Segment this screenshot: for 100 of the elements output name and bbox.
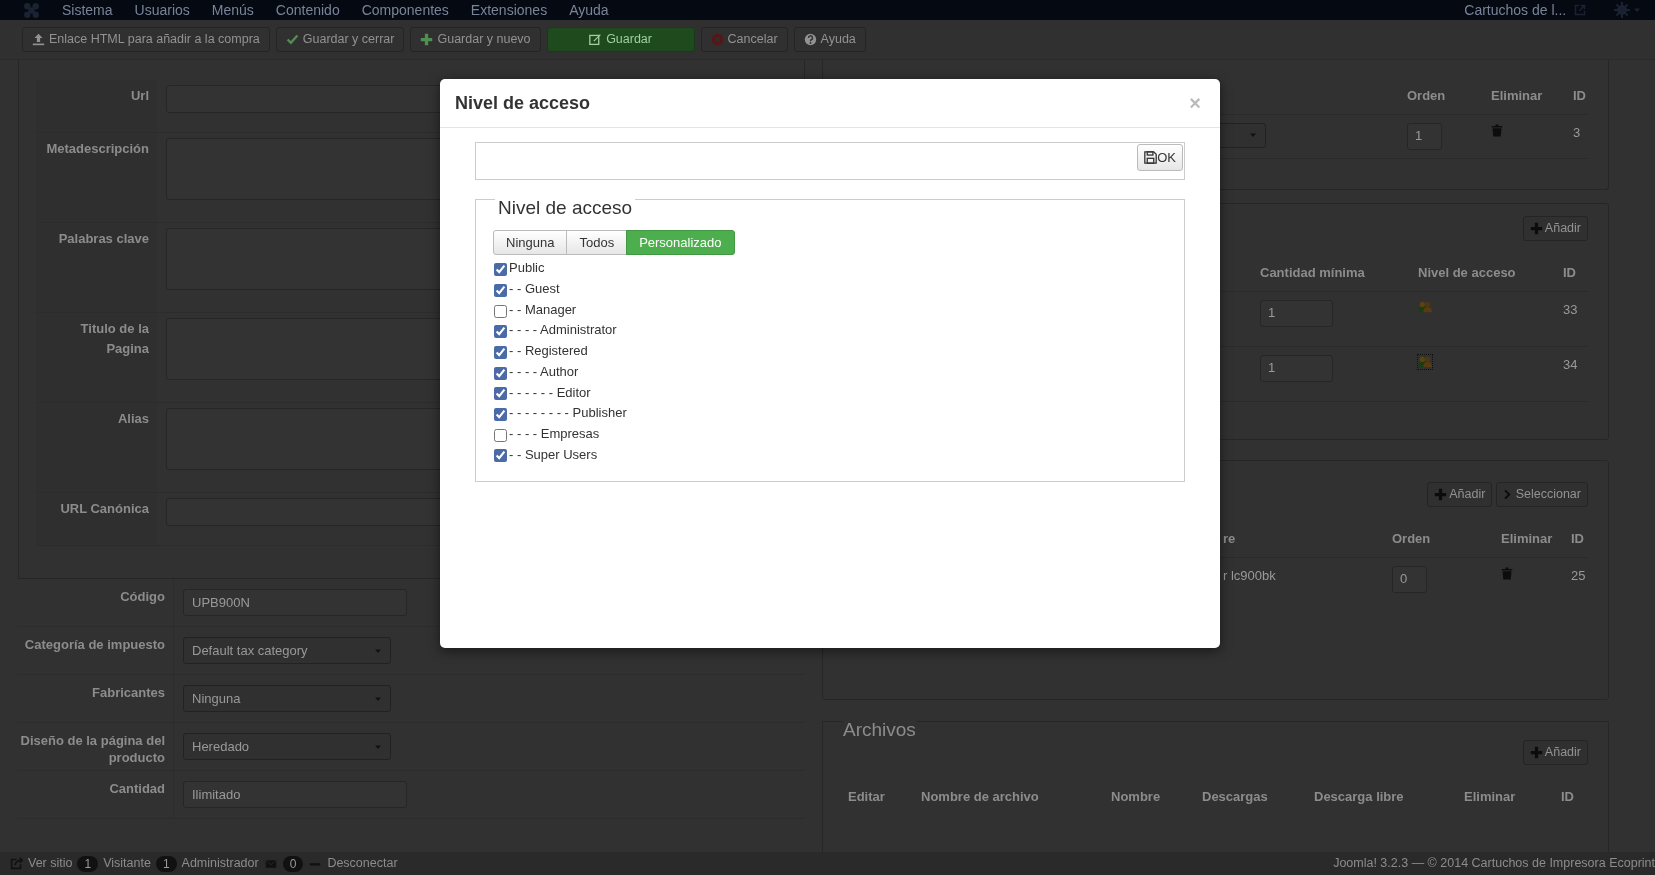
checkbox[interactable] <box>494 263 507 277</box>
status-text: Visitante <box>103 855 151 873</box>
checkbox[interactable] <box>494 283 507 297</box>
toolbar-button[interactable]: Guardar <box>546 27 695 52</box>
group-label: - - - - Administrator <box>509 321 617 340</box>
menu-item[interactable]: Ayuda <box>569 2 609 18</box>
column-header: Descargas <box>1202 787 1269 806</box>
column-header: Eliminar <box>1491 87 1544 105</box>
id-cell-text: 3 <box>1573 123 1582 142</box>
select-field[interactable]: Heredado <box>183 733 391 760</box>
group-label: - - Guest <box>509 280 560 299</box>
count-badge: 0 <box>282 855 304 872</box>
mode-tab[interactable]: Todos <box>566 229 628 255</box>
checkbox[interactable] <box>494 325 507 339</box>
menu-item[interactable]: Usuarios <box>134 2 190 18</box>
toolbar-button[interactable]: Ayuda <box>793 27 866 52</box>
group-label: - - - - Empresas <box>509 424 600 443</box>
view-site-link[interactable]: Ver sitio <box>28 854 73 873</box>
checkbox[interactable] <box>494 387 507 401</box>
add-button[interactable]: Añadir <box>1522 739 1588 765</box>
menu-item[interactable]: Componentes <box>361 2 449 18</box>
trash-icon <box>1501 565 1513 581</box>
select-button[interactable]: Seleccionar <box>1495 482 1588 507</box>
column-header: re <box>1223 530 1237 548</box>
checkbox[interactable] <box>494 366 507 380</box>
column-header: Nombre <box>1111 787 1162 806</box>
plus-icon <box>1434 488 1448 501</box>
column-header: Editar <box>848 787 886 806</box>
mail-icon <box>263 857 278 870</box>
field-label: Diseño de la página del producto <box>19 732 166 767</box>
save-icon <box>1144 151 1158 164</box>
quantity-field[interactable]: 1 <box>1260 299 1333 327</box>
group-label: - - - - - - - - Publisher <box>509 404 627 423</box>
field-label: Código <box>119 588 166 606</box>
column-header: Eliminar <box>1501 530 1554 548</box>
field-label: Fabricantes <box>91 684 166 702</box>
select-field[interactable]: Default tax category <box>183 637 391 664</box>
logo-icon <box>23 1 40 19</box>
chevron-icon <box>1502 488 1514 501</box>
help-icon <box>803 33 817 46</box>
checkbox[interactable] <box>494 407 507 421</box>
group-label: - - Super Users <box>509 445 598 464</box>
toolbar-button[interactable]: Guardar y cerrar <box>275 27 405 52</box>
menu-item[interactable]: Contenido <box>275 2 340 18</box>
check-icon <box>285 33 299 46</box>
input-field[interactable]: Ilimitado <box>183 781 407 808</box>
plus-icon <box>1529 222 1543 235</box>
mode-tab[interactable]: Ninguna <box>493 229 568 255</box>
count-badge: 1 <box>155 855 177 872</box>
column-header: ID <box>1573 87 1587 105</box>
group-label: Public <box>509 259 545 278</box>
column-header: Eliminar <box>1464 787 1517 806</box>
select-field[interactable]: Ninguna <box>183 685 391 712</box>
count-badge: 1 <box>77 855 99 872</box>
checkbox[interactable] <box>494 304 507 318</box>
plus-icon <box>1529 745 1543 759</box>
id-cell-text: 34 <box>1563 355 1579 374</box>
gear-icon <box>1613 2 1630 18</box>
checkbox[interactable] <box>494 428 507 442</box>
checkbox[interactable] <box>494 345 507 359</box>
group-label: - - Manager <box>509 300 577 319</box>
toolbar-button[interactable]: Enlace HTML para añadir a la compra <box>22 27 270 52</box>
order-field[interactable]: 1 <box>1407 122 1442 150</box>
quantity-field[interactable]: 1 <box>1260 354 1333 382</box>
column-header: ID <box>1571 530 1585 548</box>
external-link-icon <box>1574 4 1587 16</box>
add-button[interactable]: Añadir <box>1427 482 1493 507</box>
group-label: - - - - Author <box>509 362 579 381</box>
logout-link[interactable]: Desconectar <box>327 854 398 873</box>
input-field[interactable]: UPB900N <box>183 589 407 616</box>
name-cell-text: r lc900bk <box>1223 566 1277 585</box>
column-header: Descarga libre <box>1314 787 1405 806</box>
menu-item[interactable]: Extensiones <box>470 2 548 18</box>
column-header: Orden <box>1392 530 1432 548</box>
caret-icon <box>1633 6 1641 14</box>
id-cell-text: 25 <box>1571 566 1587 585</box>
id-cell-text: 33 <box>1563 300 1579 319</box>
cancel-icon <box>710 33 724 46</box>
ok-button[interactable]: OK <box>1137 144 1183 171</box>
site-link[interactable]: Cartuchos de l... <box>1464 2 1567 18</box>
copyright-text: Joomla! 3.2.3 — © 2014 Cartuchos de Impresora Ecoprint <box>1333 855 1655 873</box>
edit-icon <box>589 33 603 46</box>
column-header: Nivel de acceso <box>1418 264 1517 282</box>
trash-icon <box>1491 122 1503 138</box>
add-button[interactable]: Añadir <box>1522 216 1588 241</box>
upload-icon <box>32 33 45 46</box>
field-label: Categoría de impuesto <box>23 636 166 654</box>
menu-item[interactable]: Sistema <box>62 2 113 18</box>
mode-tab[interactable]: Personalizado <box>626 229 735 255</box>
order-field[interactable]: 0 <box>1392 565 1427 593</box>
toolbar-button[interactable]: Guardar y nuevo <box>410 27 541 52</box>
checkbox[interactable] <box>494 449 507 463</box>
group-label: - - - - - - Editor <box>509 383 591 402</box>
share-icon <box>10 857 23 870</box>
column-header: ID <box>1561 787 1575 806</box>
status-text: Administrador <box>181 855 259 873</box>
column-header: Nombre de archivo <box>921 787 1040 806</box>
toolbar-button[interactable]: Cancelar <box>700 27 788 52</box>
menu-item[interactable]: Menús <box>211 2 254 18</box>
field-label: Cantidad <box>108 780 166 798</box>
